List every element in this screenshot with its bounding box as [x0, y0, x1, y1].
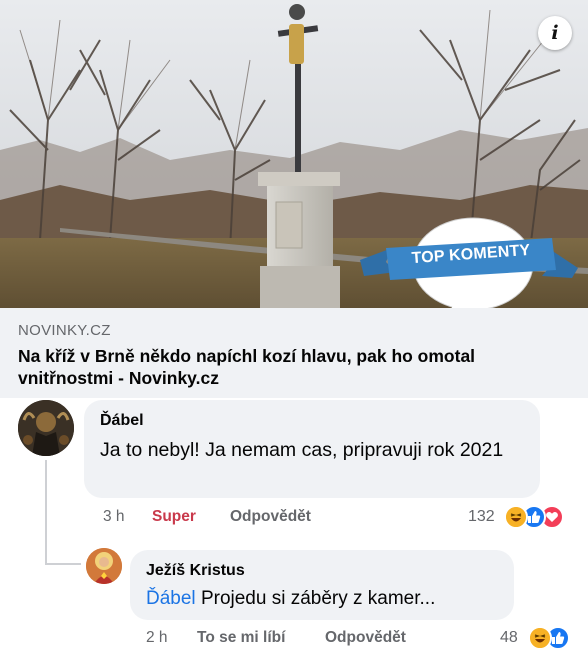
info-icon[interactable]: i: [538, 16, 572, 50]
link-title[interactable]: Na kříž v Brně někdo napíchl kozí hlavu,…: [18, 345, 570, 389]
reaction-count[interactable]: 132: [468, 508, 495, 526]
reaction-super-button[interactable]: Super: [152, 508, 196, 526]
link-preview[interactable]: NOVINKY.CZ Na kříž v Brně někdo napíchl …: [0, 308, 588, 398]
reply-author[interactable]: Ježíš Kristus: [146, 562, 245, 580]
haha-icon: [528, 626, 552, 650]
avatar-jezis[interactable]: [86, 548, 122, 584]
comment-text: Ja to nebyl! Ja nemam cas, pripravuji ro…: [100, 439, 504, 461]
jesus-avatar-icon: [86, 548, 122, 584]
mention-link[interactable]: Ďábel: [146, 588, 196, 609]
reply-time[interactable]: 2 h: [146, 629, 168, 647]
thread-line: [45, 460, 47, 565]
comment-time[interactable]: 3 h: [103, 508, 125, 526]
devil-avatar-icon: [18, 400, 74, 456]
top-komenty-badge: [360, 217, 578, 318]
reply-button[interactable]: Odpovědět: [325, 629, 406, 647]
thread-connector: [45, 563, 81, 565]
comment-bubble: Ďábel Ja to nebyl! Ja nemam cas, priprav…: [84, 400, 540, 498]
reply-text: Projedu si záběry z kamer...: [200, 588, 436, 609]
comment-author[interactable]: Ďábel: [100, 412, 144, 430]
avatar-dabel[interactable]: [18, 400, 74, 456]
reply-reaction-count[interactable]: 48: [500, 629, 518, 647]
reply-text-line: Ďábel Projedu si záběry z kamer...: [146, 588, 435, 610]
link-domain: NOVINKY.CZ: [18, 322, 111, 339]
like-button[interactable]: To se mi líbí: [197, 629, 285, 647]
reply-button[interactable]: Odpovědět: [230, 508, 311, 526]
haha-icon: [504, 505, 528, 529]
reply-bubble: Ježíš Kristus Ďábel Projedu si záběry z …: [130, 550, 514, 620]
